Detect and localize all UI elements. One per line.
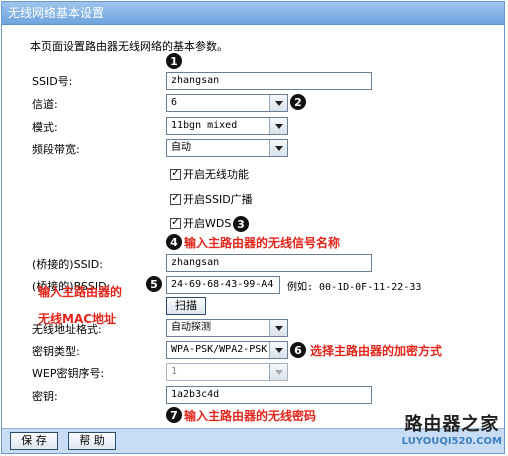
channel-select[interactable]: 6 (166, 94, 288, 112)
bridge-ssid-label: (桥接的)SSID: (32, 258, 103, 271)
help-button[interactable]: 帮 助 (68, 432, 116, 450)
chevron-down-icon (269, 140, 287, 156)
watermark-title: 路由器之家 (404, 414, 500, 435)
check-icon: ✓ (170, 168, 181, 180)
annotation-ssid: 输入主路由器的无线信号名称 (184, 236, 341, 250)
bandwidth-select[interactable]: 自动 (166, 139, 288, 157)
step-badge-2: 2 (290, 94, 306, 110)
enable-wireless-label: 开启无线功能 (183, 168, 249, 181)
mode-value: 11bgn mixed (171, 120, 238, 131)
step-badge-5: 5 (146, 276, 162, 292)
annotation-password: 输入主路由器的无线密码 (184, 409, 317, 423)
enable-ssid-broadcast-checkbox[interactable]: ✓ 开启SSID广播 (170, 191, 253, 207)
scan-button[interactable]: 扫描 (166, 297, 206, 315)
step-badge-3: 3 (233, 216, 249, 232)
intro-text: 本页面设置路由器无线网络的基本参数。 (30, 40, 228, 53)
address-format-select[interactable]: 自动探测 (166, 319, 288, 337)
key-type-value: WPA-PSK/WPA2-PSK (171, 344, 268, 355)
mode-label: 模式: (32, 121, 58, 134)
ssid-input[interactable]: zhangsan (166, 72, 372, 90)
key-input[interactable]: 1a2b3c4d (166, 386, 372, 404)
chevron-down-icon (269, 320, 287, 336)
step-badge-7: 7 (166, 407, 182, 423)
channel-label: 信道: (32, 98, 58, 111)
enable-ssid-broadcast-label: 开启SSID广播 (183, 193, 253, 206)
enable-wds-label: 开启WDS (183, 217, 232, 230)
window-title: 无线网络基本设置 (2, 2, 504, 25)
mode-select[interactable]: 11bgn mixed (166, 117, 288, 135)
chevron-down-icon (269, 364, 287, 380)
bssid-example: 例如: 00-1D-0F-11-22-33 (287, 282, 422, 293)
wep-index-value: 1 (171, 366, 178, 377)
annotation-encryption: 选择主路由器的加密方式 (310, 344, 443, 358)
channel-value: 6 (171, 97, 178, 108)
bridge-ssid-input[interactable]: zhangsan (166, 254, 372, 272)
enable-wireless-checkbox[interactable]: ✓ 开启无线功能 (170, 166, 249, 182)
step-badge-1: 1 (166, 53, 182, 69)
bandwidth-label: 频段带宽: (32, 143, 80, 156)
key-type-label: 密钥类型: (32, 345, 80, 358)
ssid-label: SSID号: (32, 75, 73, 88)
enable-wds-checkbox[interactable]: ✓ 开启WDS (170, 215, 231, 231)
key-type-select[interactable]: WPA-PSK/WPA2-PSK (166, 341, 288, 359)
chevron-down-icon (269, 95, 287, 111)
annotation-mac-line1: 输入主路由器的 (38, 285, 123, 299)
step-badge-4: 4 (166, 234, 182, 250)
chevron-down-icon (269, 118, 287, 134)
address-format-label: 无线地址格式: (32, 323, 102, 336)
key-label: 密钥: (32, 390, 58, 403)
address-format-value: 自动探测 (171, 322, 211, 333)
watermark-logo: 路由器之家 LUYOUQI520.COM (402, 410, 502, 447)
bridge-bssid-input[interactable]: 24-69-68-43-99-A4 (166, 276, 280, 294)
wep-index-select[interactable]: 1 (166, 363, 288, 381)
wep-index-label: WEP密钥序号: (32, 367, 105, 380)
bandwidth-value: 自动 (171, 142, 191, 153)
chevron-down-icon (269, 342, 287, 358)
watermark-url: LUYOUQI520.COM (401, 436, 502, 447)
step-badge-6: 6 (290, 342, 306, 358)
check-icon: ✓ (170, 217, 181, 229)
save-button[interactable]: 保 存 (10, 432, 58, 450)
check-icon: ✓ (170, 193, 181, 205)
